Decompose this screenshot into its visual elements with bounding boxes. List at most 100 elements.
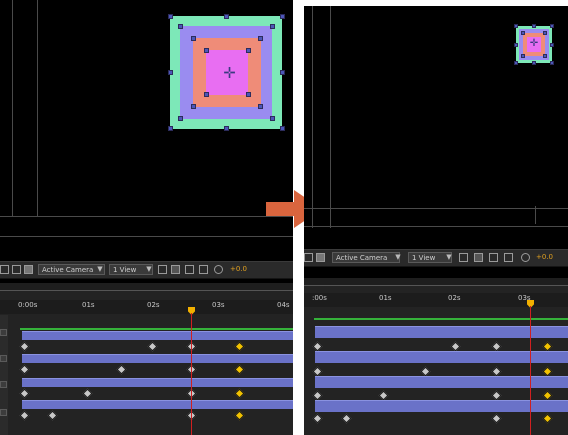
handle[interactable] — [168, 126, 173, 131]
pixel-aspect-icon[interactable] — [459, 253, 468, 262]
handle[interactable] — [168, 70, 173, 75]
timeline-icon[interactable] — [489, 253, 498, 262]
exposure-icon[interactable] — [521, 253, 530, 262]
exposure-value[interactable]: +0.0 — [230, 264, 247, 275]
handle[interactable] — [204, 48, 209, 53]
timeline-icon[interactable] — [185, 265, 194, 274]
viewer[interactable]: ✛ — [304, 6, 568, 244]
diamond-icon[interactable] — [420, 366, 431, 377]
flowchart-icon[interactable] — [504, 253, 513, 262]
handle[interactable] — [224, 14, 229, 19]
handle[interactable] — [258, 104, 263, 109]
crosshair-icon[interactable]: ✛ — [222, 66, 237, 81]
fast-preview-icon[interactable] — [474, 253, 483, 262]
handle[interactable] — [204, 92, 209, 97]
handle[interactable] — [514, 24, 518, 28]
diamond-icon[interactable] — [19, 410, 30, 421]
grid-icon[interactable] — [12, 265, 21, 274]
exposure-icon[interactable] — [214, 265, 223, 274]
toggle-icon[interactable] — [304, 253, 313, 262]
diamond-icon[interactable] — [542, 413, 553, 424]
handle[interactable] — [521, 31, 525, 35]
chevron-down-icon[interactable]: ▼ — [144, 264, 154, 275]
handle[interactable] — [270, 116, 275, 121]
playhead-line[interactable] — [191, 313, 192, 435]
flowchart-icon[interactable] — [199, 265, 208, 274]
handle[interactable] — [543, 54, 547, 58]
handle[interactable] — [532, 24, 536, 28]
diamond-icon[interactable] — [116, 364, 127, 375]
diamond-icon[interactable] — [542, 366, 553, 377]
diamond-icon[interactable] — [19, 364, 30, 375]
transparency-grid-icon[interactable] — [316, 253, 325, 262]
handle[interactable] — [178, 24, 183, 29]
layer-toggle[interactable] — [0, 329, 7, 336]
handle[interactable] — [191, 36, 196, 41]
handle[interactable] — [532, 61, 536, 65]
diamond-icon[interactable] — [312, 390, 323, 401]
fast-preview-icon[interactable] — [171, 265, 180, 274]
layer-bar[interactable] — [22, 331, 293, 340]
guide-line — [12, 0, 13, 217]
handle[interactable] — [178, 116, 183, 121]
diamond-icon[interactable] — [312, 366, 323, 377]
diamond-icon[interactable] — [491, 413, 502, 424]
diamond-icon[interactable] — [147, 341, 158, 352]
work-area-bar[interactable] — [0, 283, 293, 291]
handle[interactable] — [550, 43, 554, 47]
viewer[interactable]: ✛ — [0, 0, 293, 250]
diamond-icon[interactable] — [491, 341, 502, 352]
transparency-grid-icon[interactable] — [24, 265, 33, 274]
toggle-icon[interactable] — [0, 265, 9, 274]
diamond-icon[interactable] — [491, 366, 502, 377]
diamond-icon[interactable] — [234, 364, 245, 375]
handle[interactable] — [258, 36, 263, 41]
diamond-icon[interactable] — [82, 388, 93, 399]
handle[interactable] — [270, 24, 275, 29]
diamond-icon[interactable] — [234, 341, 245, 352]
handle[interactable] — [521, 54, 525, 58]
playhead-line[interactable] — [530, 306, 531, 435]
handle[interactable] — [543, 31, 547, 35]
handle[interactable] — [280, 70, 285, 75]
handle[interactable] — [191, 104, 196, 109]
handle[interactable] — [514, 61, 518, 65]
pixel-aspect-icon[interactable] — [158, 265, 167, 274]
diamond-icon[interactable] — [19, 341, 30, 352]
handle[interactable] — [550, 61, 554, 65]
diamond-icon[interactable] — [341, 413, 352, 424]
layer-toggle[interactable] — [0, 355, 7, 362]
camera-select[interactable]: Active Camera — [332, 252, 400, 263]
time-ruler[interactable]: 0:00s 01s 02s 03s 04s — [0, 300, 293, 314]
diamond-icon[interactable] — [234, 388, 245, 399]
layer-bar[interactable] — [22, 354, 293, 363]
diamond-icon[interactable] — [234, 410, 245, 421]
chevron-down-icon[interactable]: ▼ — [444, 252, 454, 263]
diamond-icon[interactable] — [312, 413, 323, 424]
layer-toggle[interactable] — [0, 409, 7, 416]
diamond-icon[interactable] — [47, 410, 58, 421]
layer-bar[interactable] — [22, 378, 293, 387]
handle[interactable] — [168, 14, 173, 19]
diamond-icon[interactable] — [312, 341, 323, 352]
handle[interactable] — [246, 92, 251, 97]
handle[interactable] — [280, 126, 285, 131]
handle[interactable] — [550, 24, 554, 28]
diamond-icon[interactable] — [450, 341, 461, 352]
handle[interactable] — [224, 126, 229, 131]
handle[interactable] — [514, 43, 518, 47]
layer-bar[interactable] — [22, 400, 293, 409]
chevron-down-icon[interactable]: ▼ — [393, 252, 403, 263]
chevron-down-icon[interactable]: ▼ — [95, 264, 105, 275]
diamond-icon[interactable] — [542, 390, 553, 401]
work-area-bar[interactable] — [304, 278, 568, 286]
diamond-icon[interactable] — [542, 341, 553, 352]
diamond-icon[interactable] — [491, 390, 502, 401]
handle[interactable] — [246, 48, 251, 53]
layer-toggle[interactable] — [0, 381, 7, 388]
exposure-value[interactable]: +0.0 — [536, 252, 553, 263]
diamond-icon[interactable] — [378, 390, 389, 401]
handle[interactable] — [280, 14, 285, 19]
crosshair-icon[interactable]: ✛ — [529, 39, 539, 49]
diamond-icon[interactable] — [19, 388, 30, 399]
